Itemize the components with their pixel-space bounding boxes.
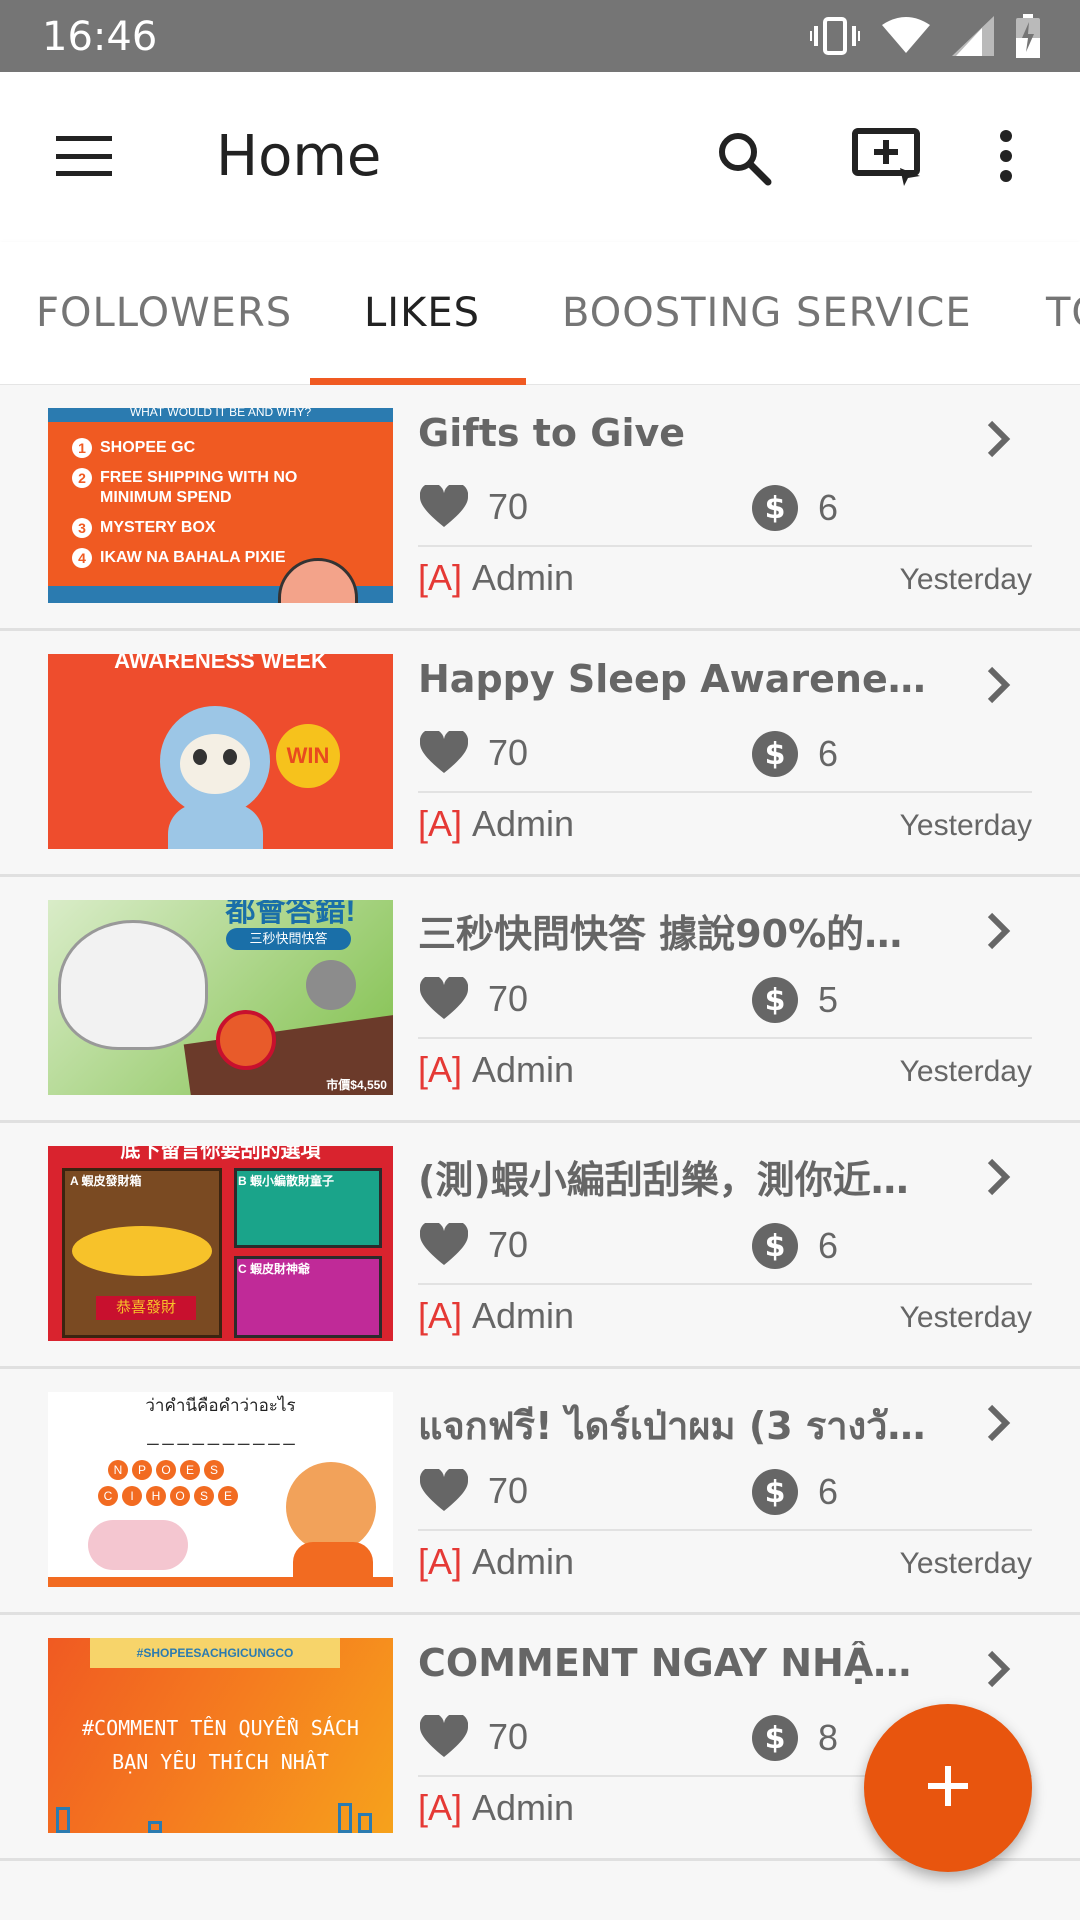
dollar-coin-icon: $: [752, 1469, 798, 1515]
svg-text:$: $: [765, 983, 786, 1018]
coins-count: $ 5: [752, 977, 838, 1023]
post-date: Yesterday: [899, 563, 1032, 596]
tab-followers[interactable]: FOLLOWERS: [36, 290, 292, 336]
likes-count: 70: [420, 977, 528, 1021]
list-item[interactable]: 底下留言你要刮的選項 恭喜發財 A 蝦皮發財箱 B 蝦小編散財童子 C 蝦皮財神…: [0, 1123, 1080, 1369]
cast-icon[interactable]: [852, 128, 924, 191]
tab-boosting-service[interactable]: BOOSTING SERVICE: [562, 290, 972, 336]
svg-text:$: $: [765, 1229, 786, 1264]
post-title: แจกฟรี! ไดร์เป่าผม (3 รางวัล)...: [418, 1404, 938, 1448]
author: [A] Admin: [418, 1787, 575, 1828]
tab-bar: FOLLOWERS LIKES BOOSTING SERVICE TO: [0, 242, 1080, 385]
likes-count: 70: [420, 1715, 528, 1759]
likes-count: 70: [420, 1223, 528, 1267]
coins-count: $ 6: [752, 485, 838, 531]
likes-count: 70: [420, 1469, 528, 1513]
post-thumbnail: WHAT WOULD IT BE AND WHY? 1 SHOPEE GC 2 FR…: [48, 408, 393, 603]
author: [A] Admin: [418, 1049, 575, 1090]
status-icons: [808, 14, 1040, 63]
coins-count: $ 6: [752, 1469, 838, 1515]
svg-text:$: $: [765, 491, 786, 526]
post-thumbnail: AWARENESS WEEK WIN: [48, 654, 393, 849]
vibrate-icon: [808, 16, 862, 61]
likes-count: 70: [420, 485, 528, 529]
heart-icon: [420, 1223, 468, 1265]
author: [A] Admin: [418, 557, 575, 598]
post-title: COMMENT NGAY NHẬN VO...: [418, 1641, 938, 1685]
author: [A] Admin: [418, 1541, 575, 1582]
author: [A] Admin: [418, 803, 575, 844]
post-title: Gifts to Give: [418, 411, 686, 455]
status-bar: 16:46: [0, 0, 1080, 72]
author: [A] Admin: [418, 1295, 575, 1336]
list-item[interactable]: WHAT WOULD IT BE AND WHY? 1 SHOPEE GC 2 FR…: [0, 385, 1080, 631]
heart-icon: [420, 1469, 468, 1511]
post-thumbnail: 都會答錯! 三秒快問快答 市價$4,550: [48, 900, 393, 1095]
post-thumbnail: #SHOPEESACHGICUNGCO #COMMENT TÊN QUYỂN S…: [48, 1638, 393, 1833]
dollar-coin-icon: $: [752, 1223, 798, 1269]
post-title: Happy Sleep Awareness We...: [418, 657, 938, 701]
signal-icon: [952, 16, 994, 61]
post-date: Yesterday: [899, 1301, 1032, 1334]
svg-text:$: $: [765, 737, 786, 772]
svg-text:$: $: [765, 1475, 786, 1510]
post-date: Yesterday: [899, 1547, 1032, 1580]
post-title: 三秒快問快答 據說90%的人...: [418, 912, 938, 956]
dollar-coin-icon: $: [752, 731, 798, 777]
chevron-right-icon[interactable]: [984, 419, 1012, 464]
post-thumbnail: 底下留言你要刮的選項 恭喜發財 A 蝦皮發財箱 B 蝦小編散財童子 C 蝦皮財神…: [48, 1146, 393, 1341]
chevron-right-icon[interactable]: [984, 1649, 1012, 1694]
tab-likes[interactable]: LIKES: [364, 290, 480, 336]
app-bar: Home: [0, 72, 1080, 242]
svg-text:$: $: [765, 1721, 786, 1756]
dollar-coin-icon: $: [752, 485, 798, 531]
add-post-fab[interactable]: [864, 1704, 1032, 1872]
list-item[interactable]: ว่าคำนีคือคำว่าอะไร __________ N P O E S…: [0, 1369, 1080, 1615]
heart-icon: [420, 731, 468, 773]
status-time: 16:46: [42, 14, 158, 60]
chevron-right-icon[interactable]: [984, 911, 1012, 956]
admin-tag: [A]: [418, 1541, 463, 1582]
tab-indicator: [310, 378, 526, 385]
chevron-right-icon[interactable]: [984, 1403, 1012, 1448]
post-date: Yesterday: [899, 809, 1032, 842]
post-thumbnail: ว่าคำนีคือคำว่าอะไร __________ N P O E S…: [48, 1392, 393, 1587]
likes-count: 70: [420, 731, 528, 775]
coins-count: $ 8: [752, 1715, 838, 1761]
divider: [418, 1283, 1032, 1285]
post-date: Yesterday: [899, 1055, 1032, 1088]
admin-tag: [A]: [418, 1787, 463, 1828]
heart-icon: [420, 485, 468, 527]
post-title: (測)蝦小編刮刮樂，測你近期...: [418, 1158, 938, 1202]
battery-icon: [1016, 14, 1040, 63]
menu-icon[interactable]: [56, 136, 112, 181]
coins-count: $ 6: [752, 731, 838, 777]
search-icon[interactable]: [716, 130, 772, 191]
divider: [418, 791, 1032, 793]
dollar-coin-icon: $: [752, 977, 798, 1023]
divider: [418, 545, 1032, 547]
plus-icon: [924, 1762, 972, 1815]
coins-count: $ 6: [752, 1223, 838, 1269]
admin-tag: [A]: [418, 1295, 463, 1336]
chevron-right-icon[interactable]: [984, 1157, 1012, 1202]
more-vert-icon[interactable]: [998, 130, 1014, 187]
post-list: WHAT WOULD IT BE AND WHY? 1 SHOPEE GC 2 FR…: [0, 385, 1080, 1861]
list-item[interactable]: 都會答錯! 三秒快問快答 市價$4,550 三秒快問快答 據說90%的人... …: [0, 877, 1080, 1123]
admin-tag: [A]: [418, 557, 463, 598]
page-title: Home: [216, 124, 382, 189]
tab-partial[interactable]: TO: [1046, 290, 1080, 336]
admin-tag: [A]: [418, 1049, 463, 1090]
chevron-right-icon[interactable]: [984, 665, 1012, 710]
wifi-icon: [882, 17, 930, 60]
dollar-coin-icon: $: [752, 1715, 798, 1761]
divider: [418, 1529, 1032, 1531]
heart-icon: [420, 1715, 468, 1757]
list-item[interactable]: AWARENESS WEEK WIN Happy Sleep Awareness…: [0, 631, 1080, 877]
heart-icon: [420, 977, 468, 1019]
admin-tag: [A]: [418, 803, 463, 844]
divider: [418, 1037, 1032, 1039]
